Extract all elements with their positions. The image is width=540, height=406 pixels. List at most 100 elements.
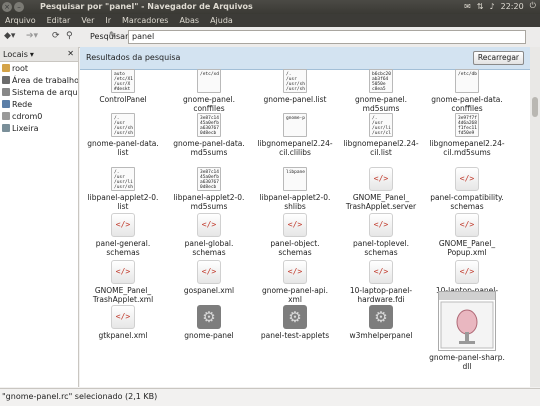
search-input[interactable]: panel (128, 30, 526, 44)
back-arrow-icon[interactable]: ◆▾ (4, 30, 15, 43)
volume-icon[interactable]: ♪ (490, 2, 495, 11)
sidebar-item[interactable]: Rede (0, 98, 78, 110)
file-name: ControlPanel (99, 95, 147, 104)
file-name: GNOME_Panel_ Popup.xml (438, 239, 496, 257)
file-name: panel-global. schemas (184, 239, 234, 257)
text-file-icon: 3e97f7f 4d6a268 f1fec11 fd50e9 (455, 113, 479, 137)
search-icon[interactable]: ⚲ (66, 30, 73, 43)
file-item[interactable]: </> GNOME_Panel_ TrashApplet.server (338, 167, 424, 211)
mail-icon[interactable]: ✉ (464, 2, 471, 11)
search-results-bar: Resultados da pesquisa Recarregar (80, 47, 530, 70)
status-bar: "gnome-panel.rc" selecionado (2,1 KB) (0, 388, 540, 406)
chevron-down-icon[interactable]: ▾ (30, 50, 34, 59)
text-file-icon: /. /usr /usr/li /usr/cl (369, 113, 393, 137)
file-item[interactable]: </> gtkpanel.xml (80, 305, 166, 340)
file-item[interactable]: /. /usr /usr/li /usr/sh libpanel-applet2-… (80, 167, 166, 211)
file-item[interactable]: ⚙ w3mhelperpanel (338, 305, 424, 340)
network-icon[interactable]: ⇅ (477, 2, 484, 11)
file-item[interactable]: /etc/xd gnome-panel. conffiles (166, 69, 252, 113)
xml-file-icon: </> (197, 213, 221, 237)
reload-button[interactable]: Recarregar (472, 51, 524, 65)
file-item[interactable]: </> GNOME_Panel_ Popup.xml (424, 213, 510, 257)
sidebar: Locais ▾ ✕ root Área de trabalho Sistema d… (0, 47, 79, 387)
file-item[interactable]: b6cbc20 ab3f64 5050e c8ea5 gnome-panel. m… (338, 69, 424, 113)
sidebar-item-label: Área de trabalho (12, 75, 78, 85)
text-file-icon: /. /usr /usr/li /usr/sh (111, 167, 135, 191)
file-name: gnome-panel-data. list (87, 139, 159, 157)
window-title: Pesquisar por "panel" - Navegador de Arq… (40, 2, 253, 11)
sidebar-item[interactable]: root (0, 62, 78, 74)
forward-arrow-icon[interactable]: ➔▾ (26, 30, 38, 43)
vertical-scrollbar[interactable] (530, 47, 540, 387)
xml-file-icon: </> (369, 213, 393, 237)
close-window-button[interactable]: × (2, 2, 12, 12)
file-name: gnome-panel-api. xml (261, 286, 329, 304)
power-icon[interactable]: ⏻ (530, 1, 536, 11)
scrollbar-thumb[interactable] (532, 97, 538, 117)
file-name: panel-general. schemas (95, 239, 151, 257)
file-name: panel-test-applets (260, 331, 330, 340)
text-file-icon: gnome-p (283, 113, 307, 137)
menu-abas[interactable]: Abas (179, 14, 199, 27)
file-item[interactable]: </> panel-toplevel. schemas (338, 213, 424, 257)
xml-file-icon: </> (111, 213, 135, 237)
file-item[interactable]: </> panel-global. schemas (166, 213, 252, 257)
file-thumbnail-text: /etc/db (458, 72, 477, 77)
clock[interactable]: 22:20 (501, 2, 524, 11)
file-name: gnome-panel. md5sums (355, 95, 407, 113)
file-item[interactable]: gnome-p libgnomepanel2.24- cil.clilibs (252, 113, 338, 157)
file-item[interactable]: /. /usr /usr/li /usr/cl libgnomepanel2.24… (338, 113, 424, 157)
file-item[interactable]: </> gospanel.xml (166, 260, 252, 295)
sidebar-item[interactable]: Sistema de arqui... (0, 86, 78, 98)
file-item[interactable]: libpane libpanel-applet2-0. shlibs (252, 167, 338, 211)
xml-file-icon: </> (283, 213, 307, 237)
file-view: Resultados da pesquisa Recarregar auto /… (80, 47, 530, 387)
image-thumbnail-icon (438, 291, 496, 351)
file-item[interactable]: </> GNOME_Panel_ TrashApplet.xml (80, 260, 166, 304)
xml-file-icon: </> (283, 260, 307, 284)
menu-ver[interactable]: Ver (81, 14, 94, 27)
xml-file-icon: </> (455, 213, 479, 237)
file-item[interactable]: ⚙ gnome-panel (166, 305, 252, 340)
toolbar: ◆▾ ➔▾ ⟳ ⚲ ✎ Pesquisar: panel (0, 27, 540, 48)
menu-ir[interactable]: Ir (105, 14, 111, 27)
menu-ajuda[interactable]: Ajuda (210, 14, 233, 27)
file-item[interactable]: </> gnome-panel-api. xml (252, 260, 338, 304)
sidebar-item-label: Lixeira (12, 123, 39, 133)
menu-marcadores[interactable]: Marcadores (122, 14, 168, 27)
menu-arquivo[interactable]: Arquivo (5, 14, 36, 27)
file-item[interactable]: 3e97f7f 4d6a268 f1fec11 fd50e9 libgnomepa… (424, 113, 510, 157)
file-item[interactable]: </> panel-object. schemas (252, 213, 338, 257)
sidebar-item[interactable]: Lixeira (0, 122, 78, 134)
file-name: GNOME_Panel_ TrashApplet.xml (92, 286, 154, 304)
sidebar-item[interactable]: cdrom0 (0, 110, 78, 122)
file-thumbnail-text: 3e87c14 45a0efb a630767 0d8ecb (200, 116, 219, 136)
file-item[interactable]: auto /etc/X1 /usr/X #deskt ControlPanel (80, 69, 166, 104)
file-thumbnail-text: /. /usr /usr/li /usr/cl (372, 116, 391, 136)
file-item[interactable]: 3e87c14 45a0efb a630767 0d8ecb libpanel-a… (166, 167, 252, 211)
file-name: libpanel-applet2-0. shlibs (259, 193, 331, 211)
place-icon (2, 76, 10, 84)
places-dropdown[interactable]: Locais (3, 50, 28, 59)
file-item[interactable]: 3e87c14 45a0efb a630767 0d8ecb gnome-pane… (166, 113, 252, 157)
file-item[interactable]: /. /usr /usr/sh /usr/sh gnome-panel.list (252, 69, 338, 104)
place-icon (2, 112, 10, 120)
sidebar-item[interactable]: Área de trabalho (0, 74, 78, 86)
minimize-window-button[interactable]: – (14, 2, 24, 12)
file-name: libgnomepanel2.24- cil.clilibs (257, 139, 333, 157)
file-name: gnome-panel. conffiles (183, 95, 235, 113)
file-item[interactable]: ⚙ panel-test-applets (252, 305, 338, 340)
file-item[interactable]: /. /usr /usr/sh /usr/sh gnome-panel-data.… (80, 113, 166, 157)
file-item[interactable]: gnome-panel-sharp. dll (424, 291, 510, 371)
reload-icon[interactable]: ⟳ (52, 30, 60, 43)
sidebar-item-label: root (12, 63, 29, 73)
place-icon (2, 64, 10, 72)
file-item[interactable]: </> panel-general. schemas (80, 213, 166, 257)
close-sidebar-icon[interactable]: ✕ (67, 49, 74, 58)
file-name: gnome-panel-data. conffiles (431, 95, 503, 113)
file-item[interactable]: </> 10-laptop-panel- hardware.fdi (338, 260, 424, 304)
menu-editar[interactable]: Editar (47, 14, 71, 27)
file-item[interactable]: </> panel-compatibility. schemas (424, 167, 510, 211)
file-item[interactable]: /etc/db gnome-panel-data. conffiles (424, 69, 510, 113)
text-file-icon: /etc/xd (197, 69, 221, 93)
